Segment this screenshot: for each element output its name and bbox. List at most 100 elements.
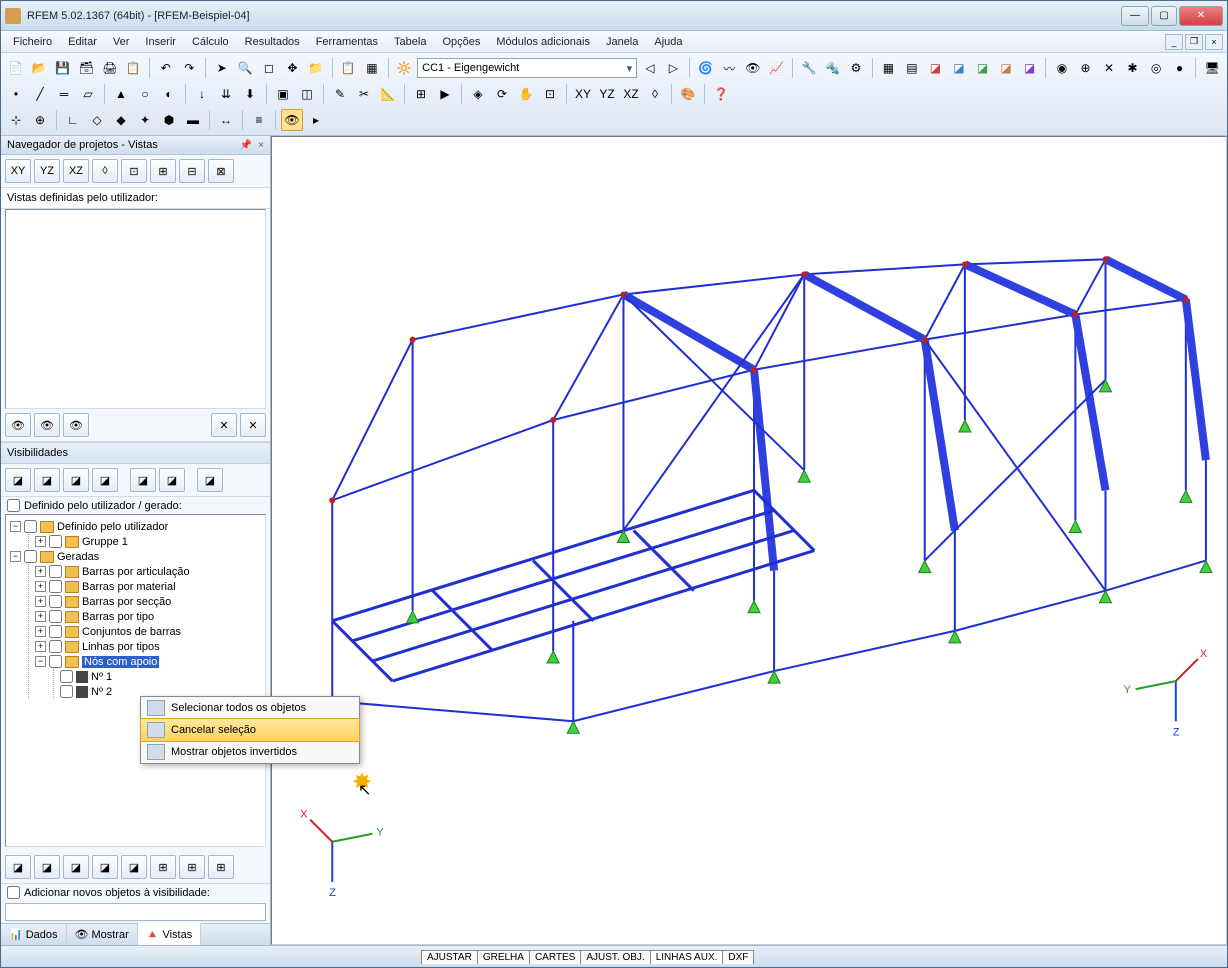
- cube-icon[interactable]: ▣: [272, 83, 294, 105]
- menu-ficheiro[interactable]: Ficheiro: [5, 34, 60, 50]
- prev-icon[interactable]: ◁: [639, 57, 661, 79]
- menu-tabela[interactable]: Tabela: [386, 34, 434, 50]
- tree-item[interactable]: Barras por material: [82, 581, 176, 593]
- tree-item[interactable]: Linhas por tipos: [82, 641, 160, 653]
- snap7-icon[interactable]: ⬢: [158, 109, 180, 131]
- snap4-icon[interactable]: ◇: [86, 109, 108, 131]
- tree-check[interactable]: [24, 520, 37, 533]
- menu-inserir[interactable]: Inserir: [137, 34, 184, 50]
- ctx-show-inverted[interactable]: Mostrar objetos invertidos: [141, 741, 359, 763]
- view-btn5[interactable]: ⊡: [121, 159, 147, 183]
- folder-icon[interactable]: 📁: [305, 57, 327, 79]
- menu-opcoes[interactable]: Opções: [434, 34, 488, 50]
- tree-item[interactable]: Barras por articulação: [82, 566, 190, 578]
- render-icon[interactable]: 🎨: [677, 83, 699, 105]
- tree-gruppe1[interactable]: Gruppe 1: [82, 536, 128, 548]
- vis-btn7[interactable]: ◪: [197, 468, 223, 492]
- view-btn6[interactable]: ⊞: [150, 159, 176, 183]
- bottom-btn6[interactable]: ⊞: [150, 855, 176, 879]
- bottom-btn8[interactable]: ⊞: [208, 855, 234, 879]
- menu-janela[interactable]: Janela: [598, 34, 646, 50]
- release-icon[interactable]: ◐: [158, 83, 180, 105]
- expand-icon[interactable]: +: [35, 626, 46, 637]
- save-icon[interactable]: 💾: [52, 57, 74, 79]
- select-icon[interactable]: ◻: [258, 57, 280, 79]
- dim-icon[interactable]: ↔: [215, 109, 237, 131]
- hinge-icon[interactable]: ○: [134, 83, 156, 105]
- tree-item[interactable]: Conjuntos de barras: [82, 626, 181, 638]
- menu-ferramentas[interactable]: Ferramentas: [308, 34, 386, 50]
- mdi-minimize[interactable]: _: [1165, 34, 1183, 50]
- module2-icon[interactable]: 🔩: [822, 57, 844, 79]
- load2-icon[interactable]: ⇊: [215, 83, 237, 105]
- redo-icon[interactable]: ↷: [179, 57, 201, 79]
- tree-check[interactable]: [60, 685, 73, 698]
- box-icon[interactable]: ◫: [296, 83, 318, 105]
- expand-icon[interactable]: +: [35, 536, 46, 547]
- bottom-btn1[interactable]: ◪: [5, 855, 31, 879]
- layer-icon[interactable]: ≡: [248, 109, 270, 131]
- status-tab-ajustar[interactable]: AJUSTAR: [421, 950, 478, 964]
- load-case-combo[interactable]: CC1 - Eigengewicht ▾: [417, 58, 637, 78]
- menu-resultados[interactable]: Resultados: [237, 34, 308, 50]
- color4-icon[interactable]: ◪: [995, 57, 1017, 79]
- status-tab-dxf[interactable]: DXF: [722, 950, 754, 964]
- view-iso-button[interactable]: ◊: [92, 159, 118, 183]
- eye2-icon[interactable]: 👁: [34, 413, 60, 437]
- expand-icon[interactable]: +: [35, 566, 46, 577]
- user-generated-checkbox[interactable]: [7, 499, 20, 512]
- color1-icon[interactable]: ◪: [925, 57, 947, 79]
- user-views-list[interactable]: [5, 209, 266, 409]
- expand-icon[interactable]: −: [10, 551, 21, 562]
- help-icon[interactable]: ❓: [710, 83, 732, 105]
- maximize-button[interactable]: ▢: [1151, 6, 1177, 26]
- view-btn8[interactable]: ⊠: [208, 159, 234, 183]
- print-icon[interactable]: 🖨: [99, 57, 121, 79]
- vis-btn4[interactable]: ◪: [92, 468, 118, 492]
- snap2-icon[interactable]: ⊕: [29, 109, 51, 131]
- new-icon[interactable]: 📄: [5, 57, 27, 79]
- del2-icon[interactable]: ✕: [240, 413, 266, 437]
- view-icon[interactable]: 👁: [742, 57, 764, 79]
- snap5-icon[interactable]: ◆: [110, 109, 132, 131]
- misc2-icon[interactable]: ⊕: [1075, 57, 1097, 79]
- load3-icon[interactable]: ⬇: [239, 83, 261, 105]
- zoom-icon[interactable]: 🔍: [235, 57, 257, 79]
- expand-icon[interactable]: −: [10, 521, 21, 532]
- module3-icon[interactable]: ⚙: [845, 57, 867, 79]
- ctx-select-all[interactable]: Selecionar todos os objetos: [141, 697, 359, 719]
- grid1-icon[interactable]: ▦: [878, 57, 900, 79]
- status-tab-linhasaux[interactable]: LINHAS AUX.: [650, 950, 724, 964]
- eye3-icon[interactable]: 👁: [63, 413, 89, 437]
- tree-root2[interactable]: Geradas: [57, 551, 99, 563]
- status-tab-ajustobj[interactable]: AJUST. OBJ.: [580, 950, 650, 964]
- vis-btn2[interactable]: ◪: [34, 468, 60, 492]
- menu-modulos[interactable]: Módulos adicionais: [488, 34, 598, 50]
- misc1-icon[interactable]: ◉: [1051, 57, 1073, 79]
- tree-check[interactable]: [60, 670, 73, 683]
- snap6-icon[interactable]: ✦: [134, 109, 156, 131]
- pan-icon[interactable]: ✋: [515, 83, 537, 105]
- next-icon[interactable]: ▷: [663, 57, 685, 79]
- view-xz-button[interactable]: XZ: [63, 159, 89, 183]
- vis-btn3[interactable]: ◪: [63, 468, 89, 492]
- bottom-btn5[interactable]: ◪: [121, 855, 147, 879]
- tree-check[interactable]: [24, 550, 37, 563]
- misc3-icon[interactable]: ✕: [1098, 57, 1120, 79]
- yz-icon[interactable]: YZ: [596, 83, 618, 105]
- tree-check[interactable]: [49, 655, 62, 668]
- grid2-icon[interactable]: ▤: [901, 57, 923, 79]
- color3-icon[interactable]: ◪: [972, 57, 994, 79]
- tree-selected[interactable]: Nós com apoio: [82, 656, 159, 668]
- status-tab-cartes[interactable]: CARTES: [529, 950, 581, 964]
- tree-check[interactable]: [49, 610, 62, 623]
- tree-item[interactable]: Barras por secção: [82, 596, 171, 608]
- close-button[interactable]: ✕: [1179, 6, 1223, 26]
- play-icon[interactable]: ▸: [305, 109, 327, 131]
- visibility-tree[interactable]: −Definido pelo utilizador +Gruppe 1 −Ger…: [5, 514, 266, 847]
- expand-icon[interactable]: −: [35, 656, 46, 667]
- mdi-close[interactable]: ×: [1205, 34, 1223, 50]
- color5-icon[interactable]: ◪: [1019, 57, 1041, 79]
- bottom-btn7[interactable]: ⊞: [179, 855, 205, 879]
- tab-mostrar[interactable]: 👁 Mostrar: [67, 924, 138, 945]
